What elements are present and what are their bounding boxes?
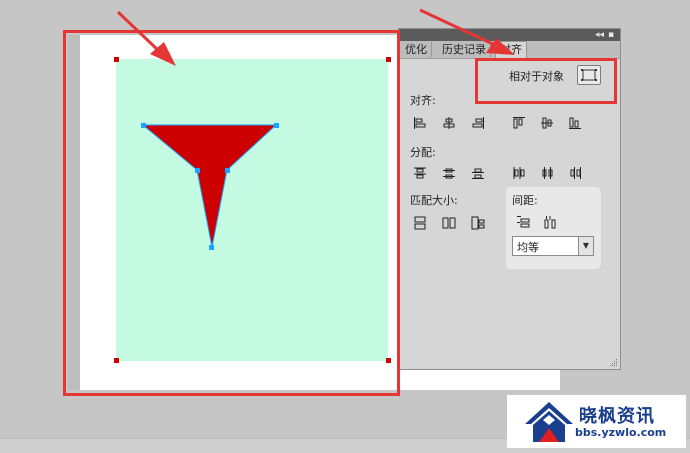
house-logo-icon [525,402,573,442]
watermark-url: bbs.yzwlo.com [575,426,667,439]
arrow-icon [116,10,176,66]
annotation-arrows [116,8,515,66]
watermark: 晓枫资讯 bbs.yzwlo.com [507,395,686,448]
watermark-title: 晓枫资讯 [579,406,655,427]
arrow-icon [419,8,515,55]
